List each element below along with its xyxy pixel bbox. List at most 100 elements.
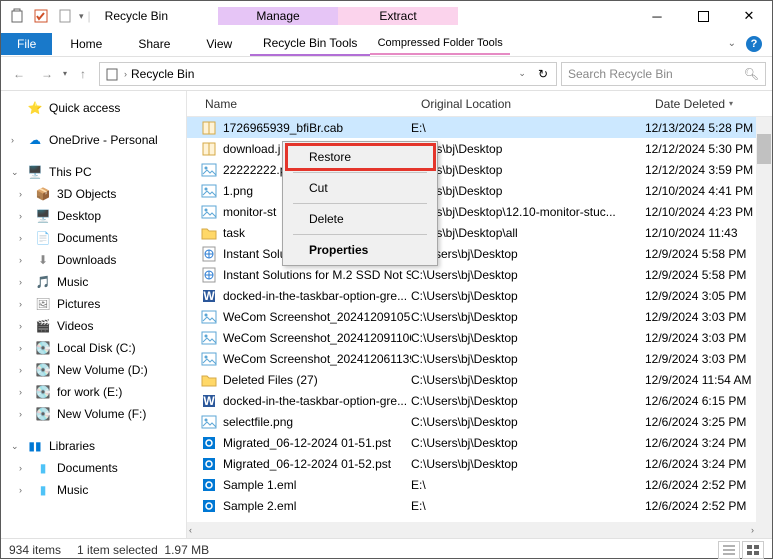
address-dropdown-icon[interactable]: ⌄ xyxy=(514,68,530,79)
file-tab[interactable]: File xyxy=(1,33,52,55)
nav-up-button[interactable]: ↑ xyxy=(71,62,95,86)
file-name: Migrated_06-12-2024 01-52.pst xyxy=(223,457,391,471)
thumbnails-view-button[interactable] xyxy=(742,541,764,559)
file-row[interactable]: Instant Solutions for M.2 SSD Not S...C:… xyxy=(187,243,772,264)
context-tab-manage[interactable]: Manage xyxy=(218,7,338,25)
library-icon: ▮ xyxy=(35,460,51,476)
search-input[interactable]: Search Recycle Bin 🔍︎ xyxy=(561,62,766,86)
view-tab[interactable]: View xyxy=(188,33,250,55)
file-row[interactable]: WeCom Screenshot_202412061139...C:\Users… xyxy=(187,348,772,369)
file-row[interactable]: Instant Solutions for M.2 SSD Not S...C:… xyxy=(187,264,772,285)
file-name: WeCom Screenshot_202412091100... xyxy=(223,331,411,345)
help-icon[interactable]: ? xyxy=(746,36,762,52)
sidebar-item[interactable]: ›💽New Volume (D:) xyxy=(1,359,186,381)
file-name: Migrated_06-12-2024 01-51.pst xyxy=(223,436,391,450)
file-row[interactable]: Sample 1.emlE:\12/6/2024 2:52 PM xyxy=(187,474,772,495)
vertical-scrollbar[interactable] xyxy=(756,117,772,538)
file-icon xyxy=(201,435,217,451)
file-name: 1.png xyxy=(223,184,253,198)
sidebar-item[interactable]: ›🎬Videos xyxy=(1,315,186,337)
sidebar-this-pc[interactable]: ⌄🖥️This PC xyxy=(1,161,186,183)
file-row[interactable]: 1.png Users\bj\Desktop12/10/2024 4:41 PM xyxy=(187,180,772,201)
sidebar-item[interactable]: ›🖥️Desktop xyxy=(1,205,186,227)
file-icon xyxy=(201,162,217,178)
sidebar-item[interactable]: ›💽Local Disk (C:) xyxy=(1,337,186,359)
file-location: C:\Users\bj\Desktop xyxy=(411,247,645,261)
sidebar-item[interactable]: ›📦3D Objects xyxy=(1,183,186,205)
file-icon xyxy=(201,372,217,388)
nav-history-dropdown[interactable]: ▾ xyxy=(63,69,67,78)
libraries-icon: ▮▮ xyxy=(27,438,43,454)
drive-folder-icon: 🎬 xyxy=(35,318,51,334)
file-row[interactable]: monitor-st Users\bj\Desktop\12.10-monito… xyxy=(187,201,772,222)
sidebar-onedrive[interactable]: ›☁OneDrive - Personal xyxy=(1,129,186,151)
address-text[interactable]: Recycle Bin xyxy=(131,67,194,81)
sidebar-library-item[interactable]: ›▮Documents xyxy=(1,457,186,479)
sidebar-item[interactable]: ›🖼Pictures xyxy=(1,293,186,315)
nav-back-button[interactable]: ← xyxy=(7,62,31,86)
file-row[interactable]: Migrated_06-12-2024 01-52.pstC:\Users\bj… xyxy=(187,453,772,474)
qat-save-icon[interactable] xyxy=(31,6,51,26)
file-location: C:\Users\bj\Desktop xyxy=(411,331,645,345)
sidebar-item[interactable]: ›🎵Music xyxy=(1,271,186,293)
file-row[interactable]: Wdocked-in-the-taskbar-option-gre...C:\U… xyxy=(187,390,772,411)
address-separator-icon[interactable]: › xyxy=(124,69,127,79)
context-menu-properties[interactable]: Properties xyxy=(285,237,435,263)
file-location: Users\bj\Desktop xyxy=(411,142,645,156)
file-row[interactable]: download.j Users\bj\Desktop12/12/2024 5:… xyxy=(187,138,772,159)
drive-folder-icon: 💽 xyxy=(35,384,51,400)
file-row[interactable]: WeCom Screenshot_202412091059...C:\Users… xyxy=(187,306,772,327)
sidebar-item[interactable]: ›📄Documents xyxy=(1,227,186,249)
address-bar[interactable]: › Recycle Bin ⌄ ↻ xyxy=(99,62,557,86)
column-date-deleted[interactable]: Date Deleted▾ xyxy=(645,97,772,111)
close-button[interactable]: ✕ xyxy=(726,1,772,31)
sidebar-quick-access[interactable]: ⭐Quick access xyxy=(1,97,186,119)
file-list[interactable]: 1726965939_bfiBr.cabE:\12/13/2024 5:28 P… xyxy=(187,117,772,538)
context-menu-restore[interactable]: Restore xyxy=(285,144,435,170)
compressed-folder-tools-tab[interactable]: Compressed Folder Tools xyxy=(370,33,510,55)
file-row[interactable]: 22222222.p Users\bj\Desktop12/12/2024 3:… xyxy=(187,159,772,180)
navigation-pane[interactable]: ⭐Quick access ›☁OneDrive - Personal ⌄🖥️T… xyxy=(1,91,187,538)
file-date: 12/12/2024 3:59 PM xyxy=(645,163,772,177)
file-row[interactable]: Deleted Files (27)C:\Users\bj\Desktop12/… xyxy=(187,369,772,390)
context-tab-extract[interactable]: Extract xyxy=(338,7,458,25)
refresh-icon[interactable]: ↻ xyxy=(534,67,552,81)
file-row[interactable]: selectfile.pngC:\Users\bj\Desktop12/6/20… xyxy=(187,411,772,432)
scrollbar-thumb[interactable] xyxy=(757,134,771,164)
share-tab[interactable]: Share xyxy=(120,33,188,55)
qat-overflow[interactable]: ▾ xyxy=(79,11,84,22)
sidebar-libraries[interactable]: ⌄▮▮Libraries xyxy=(1,435,186,457)
file-row[interactable]: Migrated_06-12-2024 01-51.pstC:\Users\bj… xyxy=(187,432,772,453)
context-menu: Restore Cut Delete Properties xyxy=(282,141,438,266)
file-location: E:\ xyxy=(411,121,645,135)
recycle-bin-tools-tab[interactable]: Recycle Bin Tools xyxy=(250,32,370,56)
context-menu-delete[interactable]: Delete xyxy=(285,206,435,232)
home-tab[interactable]: Home xyxy=(52,33,120,55)
file-row[interactable]: task Users\bj\Desktop\all12/10/2024 11:4… xyxy=(187,222,772,243)
context-menu-cut[interactable]: Cut xyxy=(285,175,435,201)
status-item-count: 934 items xyxy=(9,543,61,557)
qat-document-icon[interactable] xyxy=(55,6,75,26)
sidebar-item[interactable]: ›💽New Volume (F:) xyxy=(1,403,186,425)
sidebar-item[interactable]: ›⬇Downloads xyxy=(1,249,186,271)
search-placeholder: Search Recycle Bin xyxy=(568,67,673,81)
file-row[interactable]: Sample 2.emlE:\12/6/2024 2:52 PM xyxy=(187,495,772,516)
nav-forward-button[interactable]: → xyxy=(35,62,59,86)
file-row[interactable]: 1726965939_bfiBr.cabE:\12/13/2024 5:28 P… xyxy=(187,117,772,138)
horizontal-scrollbar[interactable]: ‹› xyxy=(187,522,756,538)
file-name: download.j xyxy=(223,142,280,156)
column-original-location[interactable]: Original Location xyxy=(411,97,645,111)
column-name[interactable]: Name xyxy=(187,97,411,111)
file-location: Users\bj\Desktop xyxy=(411,184,645,198)
file-date: 12/10/2024 4:41 PM xyxy=(645,184,772,198)
file-row[interactable]: Wdocked-in-the-taskbar-option-gre...C:\U… xyxy=(187,285,772,306)
details-view-button[interactable] xyxy=(718,541,740,559)
sidebar-library-item[interactable]: ›▮Music xyxy=(1,479,186,501)
file-name: task xyxy=(223,226,245,240)
file-name: Sample 2.eml xyxy=(223,499,296,513)
file-row[interactable]: WeCom Screenshot_202412091100...C:\Users… xyxy=(187,327,772,348)
minimize-button[interactable]: ─ xyxy=(634,1,680,31)
ribbon-expand-icon[interactable]: ⌄ xyxy=(728,38,736,49)
sidebar-item[interactable]: ›💽for work (E:) xyxy=(1,381,186,403)
maximize-button[interactable] xyxy=(680,1,726,31)
